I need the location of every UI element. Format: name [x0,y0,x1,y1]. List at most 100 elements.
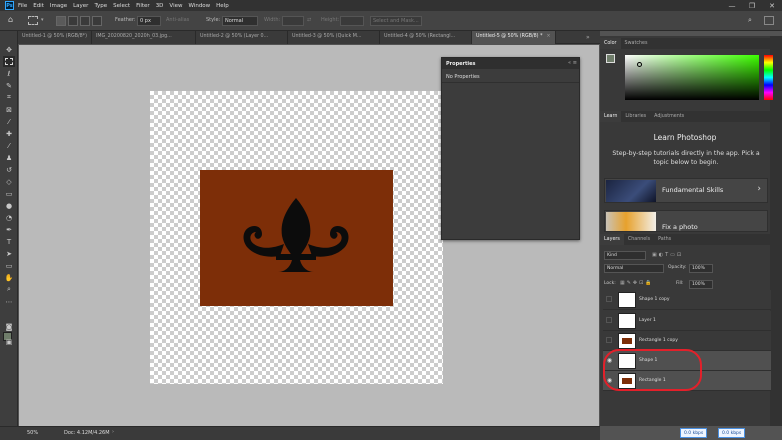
type-tool-icon[interactable]: T [3,236,15,247]
blend-mode-select[interactable]: Normal [604,264,664,273]
layer-filter-icons[interactable]: ▣◐T▭⊡ [652,252,683,258]
close-icon[interactable]: ✕ [762,0,782,11]
hand-tool-icon[interactable]: ✋ [3,272,15,283]
pen-tool-icon[interactable]: ✒ [3,224,15,235]
quick-select-tool-icon[interactable]: ✎ [3,80,15,91]
dodge-tool-icon[interactable]: ◔ [3,212,15,223]
layer-name: Shape 1 copy [639,297,670,302]
fg-color-chip[interactable] [606,54,615,63]
layer-filter-kind[interactable]: Kind [604,251,646,260]
frame-tool-icon[interactable]: ⊠ [3,104,15,115]
layer-name: Layer 1 [639,318,656,323]
menu-file[interactable]: File [18,3,27,9]
menu-window[interactable]: Window [188,3,210,9]
zoom-level[interactable]: 50% [27,430,38,436]
layer-row-rectangle-1-copy[interactable]: Rectangle 1 copy [603,331,771,351]
color-picker-field[interactable] [625,55,759,100]
style-select[interactable]: Normal [222,16,258,26]
blur-tool-icon[interactable]: ● [3,200,15,211]
menu-type[interactable]: Type [94,3,107,9]
menu-layer[interactable]: Layer [73,3,88,9]
visibility-toggle[interactable] [606,317,612,323]
tab-adjustments[interactable]: Adjustments [650,111,688,122]
layer-row-shape-1-copy[interactable]: Shape 1 copy [603,290,771,310]
history-brush-icon[interactable]: ↺ [3,164,15,175]
menu-edit[interactable]: Edit [33,3,44,9]
tab-channels[interactable]: Channels [624,234,654,245]
chevron-right-icon: › [757,184,761,194]
swap-icon[interactable]: ⇄ [307,17,311,23]
learn-card-fundamental-skills[interactable]: Fundamental Skills › [604,178,768,203]
visibility-toggle[interactable] [606,337,612,343]
status-arrow-icon[interactable]: › [112,429,114,435]
brush-tool-icon[interactable]: ⁄ [3,140,15,151]
tab-untitled-2[interactable]: Untitled-2 @ 50% (Layer 0... [196,31,288,44]
lasso-tool-icon[interactable]: ℓ [3,68,15,79]
menu-help[interactable]: Help [216,3,229,9]
color-picker-cursor[interactable] [637,62,642,67]
menu-select[interactable]: Select [113,3,130,9]
layer-row-layer-1[interactable]: Layer 1 [603,311,771,331]
properties-panel[interactable]: Properties « ≡ No Properties [441,57,580,240]
layer-thumbnail [618,333,636,349]
close-tab-icon[interactable]: × [546,34,550,39]
tab-swatches[interactable]: Swatches [621,38,652,49]
restore-icon[interactable]: ❐ [742,0,762,11]
healing-brush-icon[interactable]: ✚ [3,128,15,139]
download-speed-badge: 0.0 kbps [718,428,746,438]
path-select-icon[interactable]: ➤ [3,248,15,259]
tab-untitled-3[interactable]: Untitled-3 @ 50% (Quick M... [288,31,380,44]
hue-slider[interactable] [764,55,773,100]
intersect-selection-button[interactable] [92,16,102,26]
options-bar: ⌂ ▾ Feather: 0 px Anti-alias Style: Norm… [0,11,782,31]
eraser-tool-icon[interactable]: ◇ [3,176,15,187]
fill-input[interactable]: 100% [689,280,713,289]
tab-untitled-5[interactable]: Untitled-5 @ 50% (RGB/8) * × [472,31,556,44]
tab-learn[interactable]: Learn [600,111,622,122]
menu-filter[interactable]: Filter [136,3,150,9]
lock-icons[interactable]: ▦✎✥⊡🔒 [620,280,654,286]
marquee-tool-icon[interactable] [3,56,15,67]
minimize-icon[interactable]: — [722,0,742,11]
quick-mask-icon[interactable]: ◙ [3,321,15,332]
zoom-tool-icon[interactable]: ⌕ [3,284,15,295]
tab-untitled-4[interactable]: Untitled-4 @ 50% (Rectangl... [380,31,472,44]
clone-stamp-icon[interactable]: ♟ [3,152,15,163]
collapse-panel-icon[interactable]: « [568,60,571,66]
menu-view[interactable]: View [169,3,182,9]
marquee-preset-icon[interactable] [28,16,38,25]
new-selection-button[interactable] [56,16,66,26]
opacity-input[interactable]: 100% [689,264,713,273]
add-selection-button[interactable] [68,16,78,26]
antialias-checkbox[interactable]: Anti-alias [166,17,189,23]
tab-img[interactable]: IMG_20200820_2020h_03.jpg... [92,31,196,44]
tab-layers[interactable]: Layers [600,234,624,245]
visibility-toggle[interactable] [606,296,612,302]
move-tool-icon[interactable]: ✥ [3,44,15,55]
screen-mode-icon[interactable]: ▣ [3,336,15,347]
tab-libraries[interactable]: Libraries [621,111,650,122]
shape-tool-icon[interactable]: ▭ [3,260,15,271]
tabs-overflow-icon[interactable]: » [586,34,590,41]
chevron-down-icon[interactable]: ▾ [41,17,44,23]
select-and-mask-button[interactable]: Select and Mask... [370,16,422,26]
menu-3d[interactable]: 3D [156,3,164,9]
more-tools-icon[interactable]: ⋯ [3,296,15,307]
tab-paths[interactable]: Paths [654,234,675,245]
menu-image[interactable]: Image [50,3,67,9]
eyedropper-tool-icon[interactable]: ⁄ [3,116,15,127]
search-icon[interactable]: ⌕ [748,16,752,25]
workspace-icon[interactable] [764,16,774,25]
subtract-selection-button[interactable] [80,16,90,26]
layer-thumbnail [618,313,636,329]
panel-menu-icon[interactable]: ≡ [573,60,577,66]
tab-untitled-1[interactable]: Untitled-1 @ 50% (RGB/8*) [18,31,92,44]
width-input[interactable] [282,16,304,26]
height-input[interactable] [340,16,364,26]
home-icon[interactable]: ⌂ [8,15,13,24]
tab-color[interactable]: Color [600,38,621,49]
learn-card-fix-photo[interactable]: Fix a photo [604,210,768,232]
gradient-tool-icon[interactable]: ▭ [3,188,15,199]
crop-tool-icon[interactable]: ⌗ [3,92,15,103]
feather-input[interactable]: 0 px [137,16,161,26]
